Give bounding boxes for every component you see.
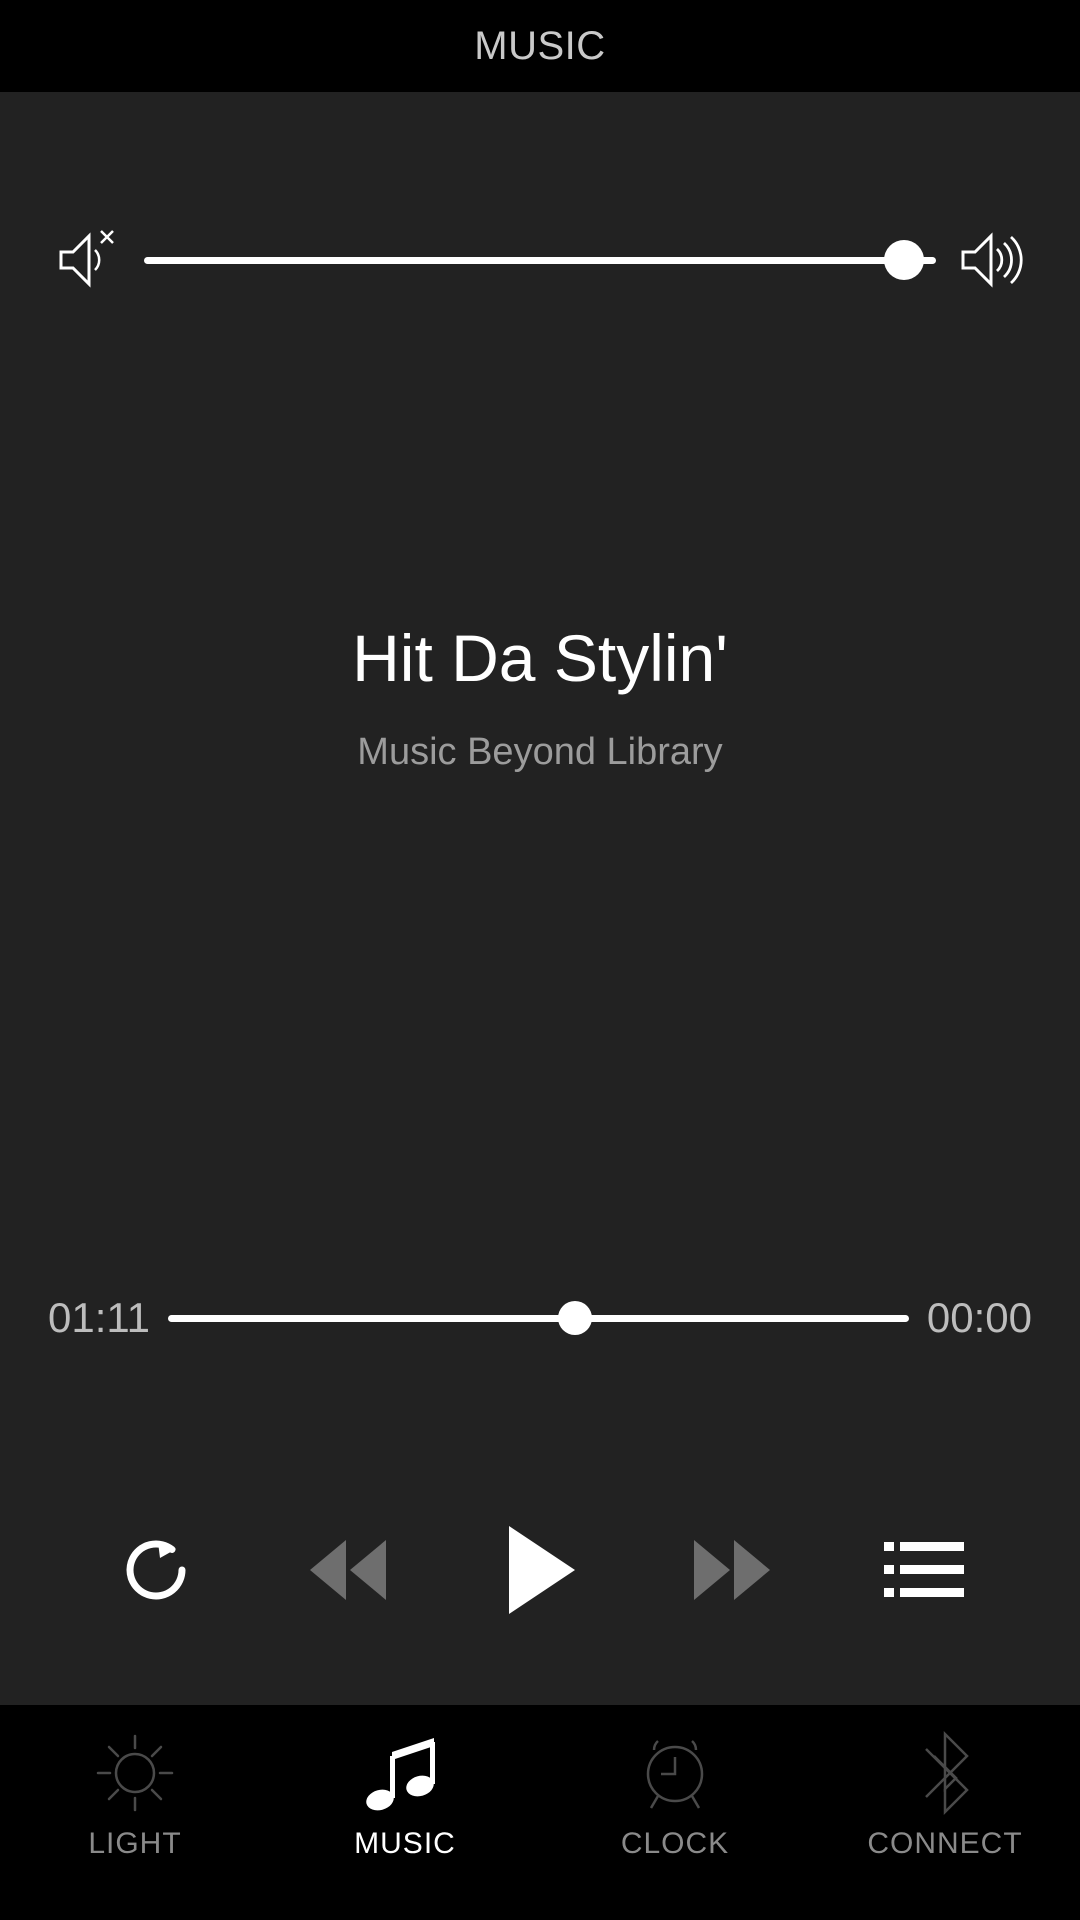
previous-button[interactable] <box>288 1515 408 1625</box>
volume-slider-track[interactable] <box>144 256 936 264</box>
next-button[interactable] <box>672 1515 792 1625</box>
progress-slider-thumb[interactable] <box>558 1301 593 1335</box>
tab-connect[interactable]: CONNECT <box>810 1727 1080 1861</box>
back-button[interactable] <box>180 1882 400 1920</box>
progress-slider-track[interactable] <box>168 1314 909 1322</box>
tab-label-music: MUSIC <box>354 1827 456 1860</box>
tab-light[interactable]: LIGHT <box>0 1727 270 1861</box>
bottom-tab-bar: LIGHT MUSIC CLOCK CONNECT <box>0 1705 1080 1882</box>
tab-label-clock: CLOCK <box>620 1827 730 1860</box>
fast-forward-icon <box>694 1540 770 1600</box>
progress-row: 01:11 00:00 <box>0 1278 1080 1358</box>
volume-control-row <box>0 215 1080 305</box>
total-time-label: 00:00 <box>926 1294 1032 1341</box>
tab-music[interactable]: MUSIC <box>270 1727 540 1861</box>
playback-controls <box>0 1510 1080 1630</box>
tab-clock[interactable]: CLOCK <box>540 1727 810 1861</box>
android-nav-bar <box>0 1882 1080 1920</box>
sun-icon <box>94 1727 176 1819</box>
play-button[interactable] <box>480 1515 600 1625</box>
tab-label-connect: CONNECT <box>867 1827 1023 1860</box>
track-info: Hit Da Stylin' Music Beyond Library <box>0 622 1080 774</box>
volume-slider-thumb[interactable] <box>884 240 925 280</box>
track-artist: Music Beyond Library <box>357 730 723 773</box>
page-title: MUSIC <box>474 23 606 68</box>
hide-keyboard-button[interactable] <box>0 1882 180 1920</box>
repeat-icon <box>126 1540 186 1600</box>
progress-slider[interactable] <box>168 1288 909 1348</box>
home-button[interactable] <box>400 1882 660 1920</box>
app-header: MUSIC <box>0 0 1080 92</box>
repeat-button[interactable] <box>96 1515 216 1625</box>
volume-slider[interactable] <box>144 230 936 290</box>
volume-max-icon[interactable] <box>952 220 1032 300</box>
bluetooth-icon <box>910 1727 980 1819</box>
current-time-label: 01:11 <box>48 1294 150 1341</box>
music-note-icon <box>364 1727 446 1819</box>
rewind-icon <box>310 1540 386 1600</box>
tab-label-light: LIGHT <box>88 1827 182 1860</box>
music-player-screen: MUSIC Hit Da Stylin' Music Beyond Librar… <box>0 0 1080 1920</box>
list-icon <box>884 1542 964 1597</box>
playlist-button[interactable] <box>864 1515 984 1625</box>
player-body: Hit Da Stylin' Music Beyond Library 01:1… <box>0 92 1080 1920</box>
track-title: Hit Da Stylin' <box>352 621 728 695</box>
recents-button[interactable] <box>660 1882 920 1920</box>
volume-mute-icon[interactable] <box>48 220 128 300</box>
alarm-clock-icon <box>632 1727 718 1819</box>
play-icon <box>509 1526 575 1614</box>
